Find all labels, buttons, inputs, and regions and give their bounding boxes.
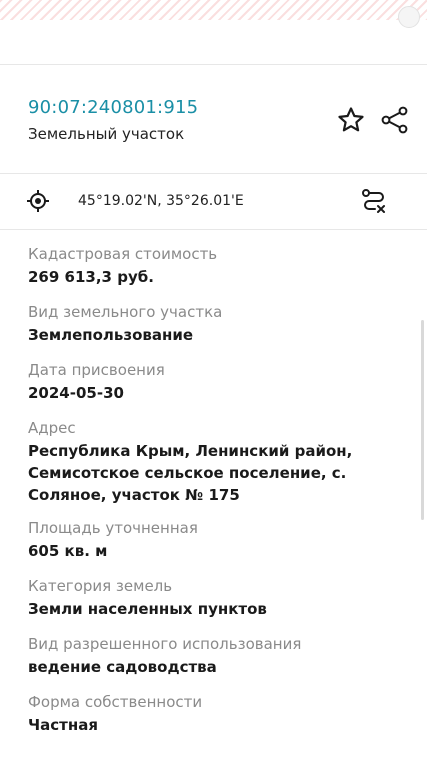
parcel-header: 90:07:240801:915 Земельный участок — [0, 64, 427, 174]
field-cadastral-value: Кадастровая стоимость 269 613,3 руб. — [28, 244, 408, 288]
field-value: Землепользование — [28, 326, 194, 344]
coordinates-text[interactable]: 45°19.02'N, 35°26.01'E — [78, 193, 244, 209]
field-value: 269 613,3 руб. — [28, 268, 154, 286]
close-button[interactable] — [398, 6, 420, 28]
coordinates-row: 45°19.02'N, 35°26.01'E — [0, 174, 427, 230]
cadastral-number[interactable]: 90:07:240801:915 — [28, 97, 198, 118]
route-icon — [362, 189, 385, 213]
field-label: Форма собственности — [28, 693, 203, 711]
locate-button[interactable] — [26, 189, 50, 213]
scrollbar[interactable] — [421, 320, 424, 520]
field-value: Частная — [28, 716, 98, 734]
field-label: Площадь уточненная — [28, 519, 198, 537]
map-background-strip — [0, 0, 427, 20]
field-label: Адрес — [28, 419, 76, 437]
object-type: Земельный участок — [28, 125, 185, 143]
field-ownership: Форма собственности Частная — [28, 692, 408, 736]
field-address: Адрес Республика Крым, Ленинский район, … — [28, 418, 408, 506]
share-icon — [381, 106, 408, 134]
field-permitted-use: Вид разрешенного использования ведение с… — [28, 634, 408, 678]
share-button[interactable] — [380, 105, 410, 135]
field-value: Земли населенных пунктов — [28, 600, 267, 618]
field-parcel-kind: Вид земельного участка Землепользование — [28, 302, 408, 346]
field-label: Кадастровая стоимость — [28, 245, 218, 263]
field-assignment-date: Дата присвоения 2024-05-30 — [28, 360, 408, 404]
route-button[interactable] — [360, 187, 388, 215]
field-value: 605 кв. м — [28, 542, 108, 560]
field-label: Вид разрешенного использования — [28, 635, 302, 653]
target-icon — [27, 190, 49, 212]
field-label: Вид земельного участка — [28, 303, 223, 321]
field-area: Площадь уточненная 605 кв. м — [28, 518, 408, 562]
parcel-info-page: 90:07:240801:915 Земельный участок 45°19… — [0, 0, 427, 768]
favorite-button[interactable] — [336, 105, 366, 135]
star-icon — [338, 107, 364, 132]
field-value: Республика Крым, Ленинский район, Семисо… — [28, 442, 353, 504]
field-label: Дата присвоения — [28, 361, 165, 379]
field-value: 2024-05-30 — [28, 384, 124, 402]
field-label: Категория земель — [28, 577, 173, 595]
field-value: ведение садоводства — [28, 658, 217, 676]
field-land-category: Категория земель Земли населенных пункто… — [28, 576, 408, 620]
